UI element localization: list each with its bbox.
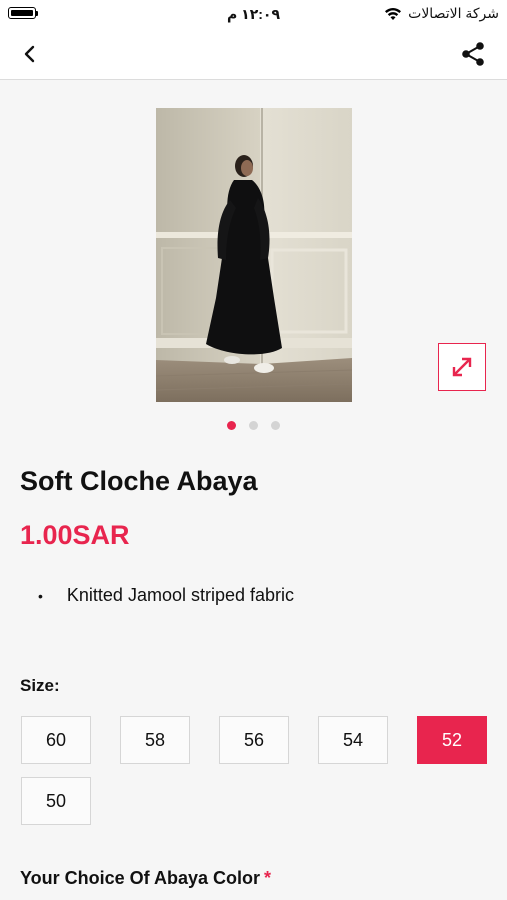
expand-icon: [452, 357, 472, 377]
product-image[interactable]: [156, 108, 352, 402]
feature-text: Knitted Jamool striped fabric: [66, 585, 295, 605]
product-price: 1.00SAR: [20, 520, 130, 550]
carousel-dot-1[interactable]: [227, 421, 236, 430]
color-choice-label: Your Choice Of Abaya Color *: [20, 868, 271, 889]
carrier-name: شركة الاتصالات: [408, 5, 499, 21]
carousel-dots: [0, 421, 507, 430]
size-label: Size:: [20, 676, 60, 695]
share-icon: [462, 42, 484, 66]
size-option-58[interactable]: 58: [120, 716, 190, 764]
back-button[interactable]: [14, 40, 44, 68]
required-marker: *: [264, 868, 272, 888]
size-option-56[interactable]: 56: [219, 716, 289, 764]
nav-bar: [0, 28, 507, 80]
expand-button[interactable]: [438, 343, 486, 391]
color-choice-text: Your Choice Of Abaya Color: [20, 868, 261, 888]
carousel-dot-3[interactable]: [271, 421, 280, 430]
product-photo: [156, 108, 352, 402]
size-option-52[interactable]: 52: [417, 716, 487, 764]
size-option-50[interactable]: 50: [21, 777, 91, 825]
carousel-dot-2[interactable]: [249, 421, 258, 430]
share-button[interactable]: [459, 40, 487, 68]
size-option-54[interactable]: 54: [318, 716, 388, 764]
status-right: شركة الاتصالات: [384, 5, 499, 22]
product-title: Soft Cloche Abaya: [20, 466, 258, 496]
size-option-60[interactable]: 60: [21, 716, 91, 764]
chevron-left-icon: [24, 45, 35, 63]
feature-list-item: • Knitted Jamool striped fabric: [38, 585, 294, 607]
wifi-icon: [385, 7, 402, 20]
bullet-icon: •: [38, 588, 43, 604]
status-bar: ١٢:٠٩ م شركة الاتصالات: [0, 0, 507, 28]
